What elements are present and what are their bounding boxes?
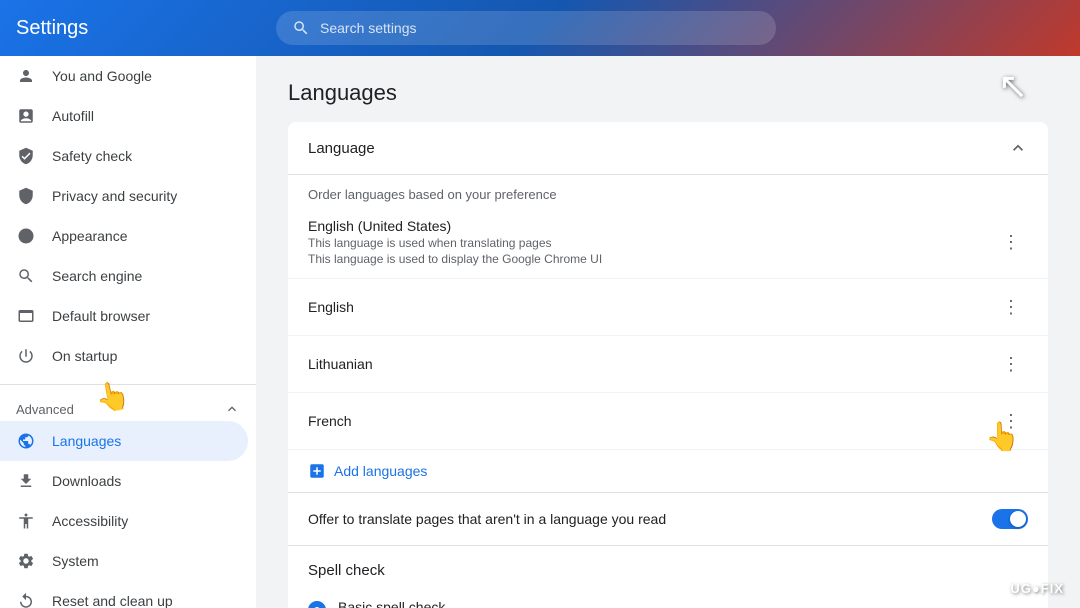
language-item-lithuanian: Lithuanian ⋮ [288, 336, 1048, 393]
shield-icon [16, 146, 36, 166]
sidebar-item-system[interactable]: System [0, 541, 248, 581]
language-info-english-us: English (United States) This language is… [308, 218, 996, 266]
language-item-english-us: English (United States) This language is… [288, 206, 1048, 279]
sidebar-label-downloads: Downloads [52, 473, 121, 489]
language-info-french: French [308, 413, 996, 429]
sidebar-label-system: System [52, 553, 99, 569]
language-desc2-english-us: This language is used to display the Goo… [308, 252, 996, 266]
sidebar-label-autofill: Autofill [52, 108, 94, 124]
sidebar-label-appearance: Appearance [52, 228, 128, 244]
sidebar-label-privacy: Privacy and security [52, 188, 177, 204]
sidebar-item-accessibility[interactable]: Accessibility [0, 501, 248, 541]
startup-icon [16, 346, 36, 366]
language-item-english: English ⋮ [288, 279, 1048, 336]
sidebar-label-languages: Languages [52, 433, 121, 449]
reset-icon [16, 591, 36, 608]
browser-icon [16, 306, 36, 326]
appearance-icon [16, 226, 36, 246]
search-icon [292, 19, 310, 37]
system-icon [16, 551, 36, 571]
language-name-english: English [308, 299, 996, 315]
language-menu-english[interactable]: ⋮ [996, 291, 1028, 323]
sidebar-item-search-engine[interactable]: Search engine [0, 256, 248, 296]
translate-row: Offer to translate pages that aren't in … [288, 492, 1048, 545]
add-languages-button[interactable]: Add languages [288, 450, 1048, 492]
app-title: Settings [16, 17, 276, 40]
autofill-icon [16, 106, 36, 126]
language-name-english-us: English (United States) [308, 218, 996, 234]
spell-check-title: Spell check [308, 562, 1028, 579]
advanced-section[interactable]: Advanced [0, 393, 256, 421]
sidebar-item-reset-cleanup[interactable]: Reset and clean up [0, 581, 248, 608]
language-desc1-english-us: This language is used when translating p… [308, 236, 996, 250]
language-item-french: French ⋮ [288, 393, 1048, 450]
search-bar[interactable] [276, 11, 776, 45]
sidebar-item-appearance[interactable]: Appearance [0, 216, 248, 256]
sidebar-label-you-and-google: You and Google [52, 68, 152, 84]
language-menu-lithuanian[interactable]: ⋮ [996, 348, 1028, 380]
language-info-english: English [308, 299, 996, 315]
sidebar: You and Google Autofill Safety check Pri… [0, 56, 256, 608]
sidebar-item-privacy-security[interactable]: Privacy and security [0, 176, 248, 216]
chevron-up-icon-card[interactable] [1008, 138, 1028, 158]
language-subheader: Order languages based on your preference [288, 175, 1048, 206]
sidebar-item-downloads[interactable]: Downloads [0, 461, 248, 501]
sidebar-item-languages[interactable]: Languages [0, 421, 248, 461]
sidebar-label-search-engine: Search engine [52, 268, 142, 284]
sidebar-label-default-browser: Default browser [52, 308, 150, 324]
language-name-lithuanian: Lithuanian [308, 356, 996, 372]
person-icon [16, 66, 36, 86]
search-engine-icon [16, 266, 36, 286]
language-card: Language Order languages based on your p… [288, 122, 1048, 608]
language-menu-french[interactable]: ⋮ [996, 405, 1028, 437]
sidebar-item-default-browser[interactable]: Default browser [0, 296, 248, 336]
content-area: Languages Language Order languages based… [256, 56, 1080, 608]
sidebar-divider [0, 384, 256, 385]
sidebar-label-on-startup: On startup [52, 348, 117, 364]
basic-spell-check-option[interactable]: Basic spell check [308, 591, 1028, 608]
sidebar-item-autofill[interactable]: Autofill [0, 96, 248, 136]
add-languages-label: Add languages [334, 463, 427, 479]
chevron-up-icon [224, 401, 240, 417]
basic-spell-check-radio[interactable] [308, 601, 326, 608]
search-input[interactable] [320, 20, 760, 36]
watermark: UG●FIX [1010, 581, 1064, 596]
accessibility-icon [16, 511, 36, 531]
sidebar-label-safety-check: Safety check [52, 148, 132, 164]
sidebar-item-you-and-google[interactable]: You and Google [0, 56, 248, 96]
header: Settings [0, 0, 1080, 56]
language-info-lithuanian: Lithuanian [308, 356, 996, 372]
download-icon [16, 471, 36, 491]
translate-toggle[interactable] [992, 509, 1028, 529]
sidebar-item-safety-check[interactable]: Safety check [0, 136, 248, 176]
spell-check-section: Spell check Basic spell check Enhanced s… [288, 545, 1048, 608]
privacy-icon [16, 186, 36, 206]
language-name-french: French [308, 413, 996, 429]
sidebar-label-accessibility: Accessibility [52, 513, 128, 529]
language-menu-english-us[interactable]: ⋮ [996, 226, 1028, 258]
globe-icon [16, 431, 36, 451]
sidebar-item-on-startup[interactable]: On startup [0, 336, 248, 376]
basic-spell-check-label: Basic spell check [338, 599, 445, 608]
language-header-label: Language [308, 140, 375, 157]
sidebar-label-reset-cleanup: Reset and clean up [52, 593, 173, 608]
section-title: Languages [288, 80, 1048, 106]
add-icon [308, 462, 326, 480]
advanced-label: Advanced [16, 402, 74, 417]
translate-label: Offer to translate pages that aren't in … [308, 511, 666, 527]
language-card-header: Language [288, 122, 1048, 175]
